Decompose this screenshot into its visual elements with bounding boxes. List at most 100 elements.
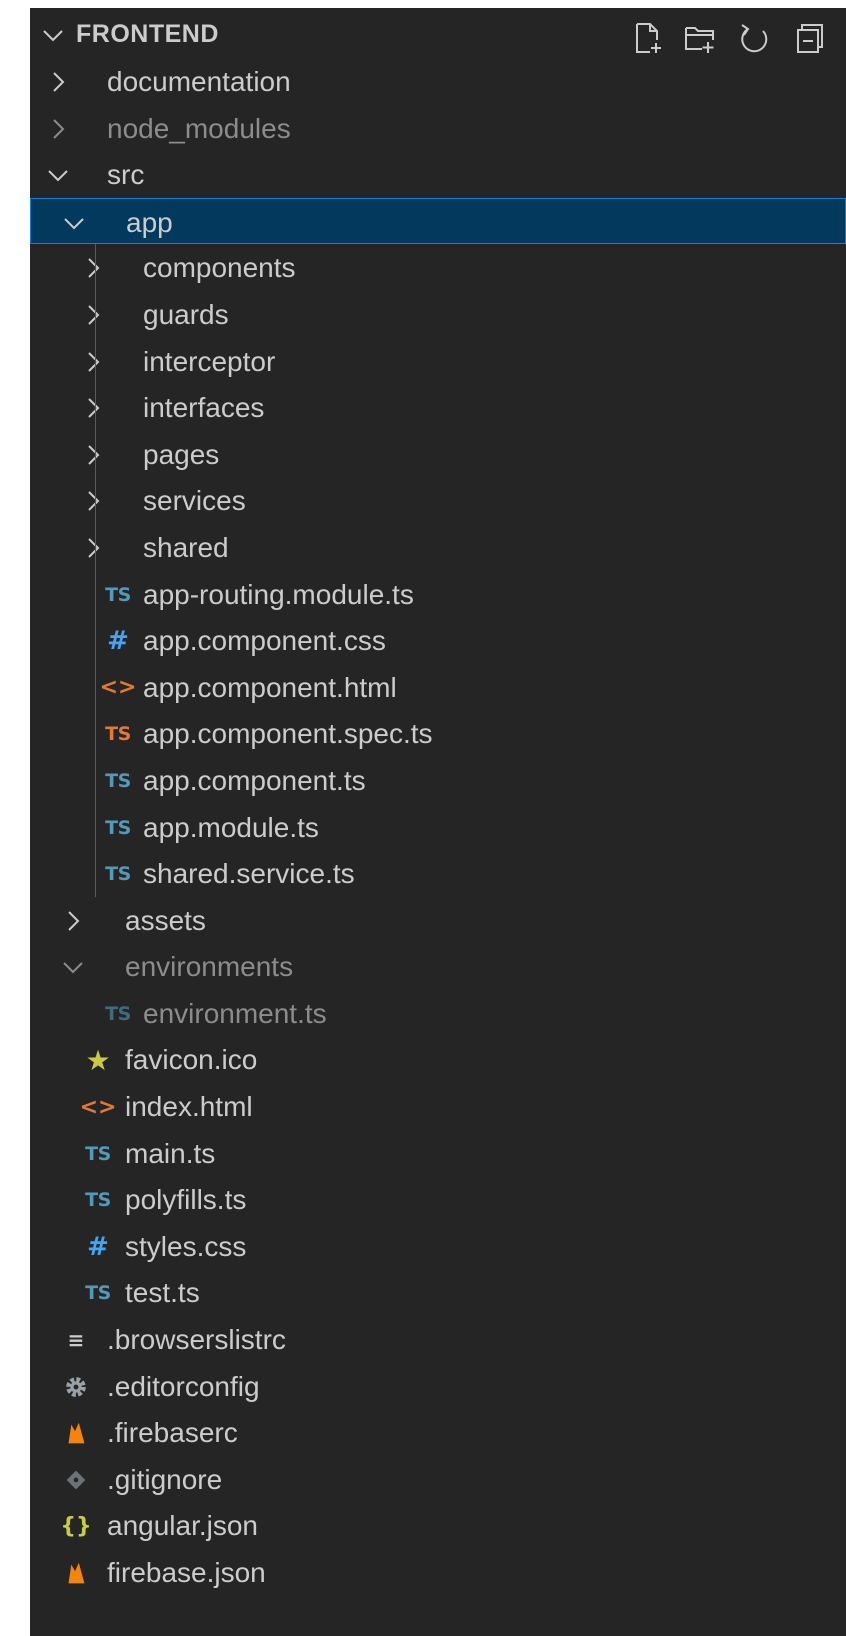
tree-item-label: environment.ts: [143, 997, 327, 1029]
tree-item-label: shared: [143, 531, 229, 563]
tree-file-row[interactable]: # styles.css: [30, 1223, 846, 1270]
tree-file-row[interactable]: TS app.component.spec.ts: [30, 710, 846, 757]
tree-item-label: app.component.html: [143, 671, 397, 703]
typescript-icon: TS: [85, 1142, 111, 1165]
html-icon: <>: [99, 675, 137, 701]
tree-item-label: index.html: [125, 1091, 253, 1123]
tree-file-row[interactable]: TS test.ts: [30, 1269, 846, 1316]
chevron-right-icon[interactable]: [80, 349, 106, 375]
new-file-icon[interactable]: [630, 20, 666, 56]
gear-icon: [60, 1371, 92, 1403]
tree-item-label: src: [107, 159, 145, 191]
tree-file-row[interactable]: <> app.component.html: [30, 664, 846, 711]
tree-file-row[interactable]: {} angular.json: [30, 1502, 846, 1549]
tree-file-row[interactable]: TS app-routing.module.ts: [30, 571, 846, 618]
typescript-icon: TS: [105, 1002, 131, 1025]
chevron-down-icon[interactable]: [40, 22, 66, 48]
chevron-right-icon[interactable]: [80, 442, 106, 468]
firebase-icon: [68, 1422, 85, 1444]
chevron-right-icon[interactable]: [45, 116, 71, 142]
typescript-icon: TS: [85, 1282, 111, 1305]
window-margin-top: [0, 0, 846, 8]
tree-item-label: favicon.ico: [125, 1044, 258, 1076]
tree-item-label: app-routing.module.ts: [143, 578, 414, 610]
explorer-title: FRONTEND: [76, 20, 219, 48]
chevron-right-icon[interactable]: [80, 302, 106, 328]
tree-item-label: interfaces: [143, 392, 265, 424]
tree-file-row[interactable]: TS app.component.ts: [30, 757, 846, 804]
chevron-right-icon[interactable]: [80, 395, 106, 421]
file-tree: documentation node_modulessrc app component…: [30, 58, 846, 1596]
tree-file-row[interactable]: TS app.module.ts: [30, 804, 846, 851]
file-explorer-panel: FRONTEND documentation node_modules src …: [30, 8, 846, 1636]
tree-item-label: shared.service.ts: [143, 858, 355, 890]
firebase-icon: [68, 1562, 85, 1584]
css-icon: #: [87, 1231, 109, 1262]
chevron-down-icon[interactable]: [61, 210, 87, 236]
typescript-test-icon: TS: [105, 723, 131, 746]
tree-folder-row[interactable]: assets: [30, 897, 846, 944]
tree-file-row[interactable]: .gitignore: [30, 1456, 846, 1503]
tree-file-row[interactable]: # app.component.css: [30, 617, 846, 664]
tree-folder-row[interactable]: pages: [30, 431, 846, 478]
tree-folder-row[interactable]: src: [30, 151, 846, 198]
tree-item-label: styles.css: [125, 1230, 247, 1262]
css-icon: #: [107, 626, 129, 657]
tree-file-row[interactable]: .firebaserc: [30, 1409, 846, 1456]
tree-folder-row[interactable]: guards: [30, 291, 846, 338]
tree-item-label: angular.json: [107, 1510, 259, 1542]
typescript-icon: TS: [105, 816, 131, 839]
refresh-icon[interactable]: [736, 20, 772, 56]
gear-icon: [66, 1376, 86, 1397]
window-margin-left: [0, 0, 30, 1636]
tree-folder-row[interactable]: environments: [30, 943, 846, 990]
tree-item-label: main.ts: [125, 1137, 216, 1169]
tree-file-row[interactable]: TS polyfills.ts: [30, 1176, 846, 1223]
typescript-icon: TS: [105, 583, 131, 606]
tree-item-label: .editorconfig: [107, 1370, 260, 1402]
firebase-icon: [60, 1557, 92, 1589]
indent-guide: [95, 244, 96, 897]
collapse-all-icon[interactable]: [790, 20, 826, 56]
tree-item-label: .gitignore: [107, 1463, 223, 1495]
tree-folder-row[interactable]: services: [30, 477, 846, 524]
tree-file-row[interactable]: ≡ .browserslistrc: [30, 1316, 846, 1363]
tree-folder-row[interactable]: components: [30, 244, 846, 291]
tree-folder-row[interactable]: app: [30, 197, 846, 245]
chevron-down-icon[interactable]: [60, 954, 86, 980]
typescript-icon: TS: [105, 863, 131, 886]
tree-folder-row[interactable]: node_modules: [30, 105, 846, 152]
tree-file-row[interactable]: <> index.html: [30, 1083, 846, 1130]
tree-file-row[interactable]: TS main.ts: [30, 1130, 846, 1177]
tree-item-label: documentation: [107, 66, 291, 97]
tree-item-label: app.module.ts: [143, 811, 319, 843]
chevron-right-icon[interactable]: [80, 535, 106, 561]
tree-folder-row[interactable]: interfaces: [30, 384, 846, 431]
tree-item-label: environments: [125, 951, 294, 983]
firebase-icon: [60, 1417, 92, 1449]
new-folder-icon[interactable]: [682, 20, 718, 56]
tree-item-label: .firebaserc: [107, 1417, 238, 1449]
tree-item-label: app: [126, 206, 173, 238]
tree-folder-row[interactable]: documentation: [30, 58, 846, 105]
tree-item-label: app.component.css: [143, 625, 386, 657]
tree-item-label: pages: [143, 438, 220, 470]
tree-item-label: firebase.json: [107, 1557, 266, 1588]
tree-file-row[interactable]: firebase.json: [30, 1549, 846, 1596]
tree-file-row[interactable]: .editorconfig: [30, 1363, 846, 1410]
typescript-icon: TS: [105, 769, 131, 792]
tree-file-row[interactable]: TS shared.service.ts: [30, 850, 846, 897]
tree-item-label: .browserslistrc: [107, 1324, 286, 1356]
chevron-right-icon[interactable]: [80, 488, 106, 514]
explorer-header[interactable]: FRONTEND: [30, 8, 846, 64]
git-icon: [66, 1470, 86, 1490]
chevron-right-icon[interactable]: [45, 69, 71, 95]
tree-item-label: test.ts: [125, 1277, 200, 1309]
chevron-down-icon[interactable]: [45, 162, 71, 188]
chevron-right-icon[interactable]: [60, 908, 86, 934]
tree-folder-row[interactable]: shared: [30, 524, 846, 571]
tree-file-row[interactable]: TS environment.ts: [30, 990, 846, 1037]
tree-folder-row[interactable]: interceptor: [30, 338, 846, 385]
chevron-right-icon[interactable]: [80, 255, 106, 281]
tree-file-row[interactable]: ★ favicon.ico: [30, 1036, 846, 1083]
